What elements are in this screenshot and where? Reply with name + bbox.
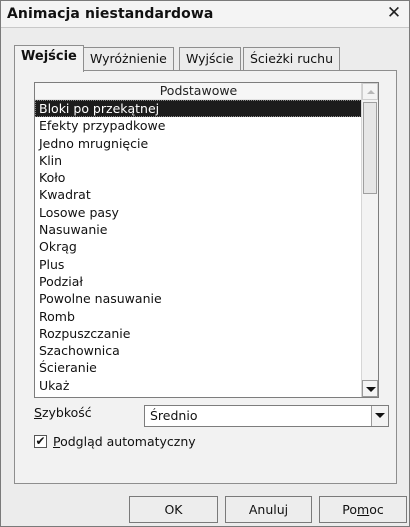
chevron-down-icon (366, 387, 376, 392)
list-item[interactable]: Podział (35, 273, 362, 290)
list-item[interactable]: Wyłanianie (35, 394, 362, 397)
speed-value: Średnio (150, 408, 198, 423)
list-item[interactable]: Plus (35, 256, 362, 273)
ok-button[interactable]: OK (129, 496, 218, 523)
tab-sciezki-ruchu[interactable]: Ścieżki ruchu (243, 47, 340, 71)
scroll-up-button[interactable] (362, 83, 378, 100)
list-item[interactable]: Powolne nasuwanie (35, 290, 362, 307)
effects-listbox[interactable]: Podstawowe Bloki po przekątnej Efekty prz… (34, 82, 379, 398)
tab-wyroznienie[interactable]: Wyróżnienie (83, 47, 174, 71)
custom-animation-dialog: Animacja niestandardowa ✕ Wejście Wyróżn… (0, 0, 410, 527)
list-item[interactable]: Rozpuszczanie (35, 325, 362, 342)
cancel-button[interactable]: Anuluj (225, 496, 312, 523)
list-item[interactable]: Jedno mrugnięcie (35, 135, 362, 152)
speed-label: Szybkość (34, 405, 92, 420)
vertical-scrollbar[interactable] (361, 83, 378, 397)
title-bar[interactable]: Animacja niestandardowa ✕ (1, 1, 409, 28)
effects-list[interactable]: Bloki po przekątnej Efekty przypadkowe Jed… (35, 100, 362, 397)
chevron-down-icon (375, 413, 385, 418)
list-item[interactable]: Efekty przypadkowe (35, 117, 362, 134)
help-button[interactable]: Pomoc (319, 496, 407, 523)
tab-panel: Podstawowe Bloki po przekątnej Efekty prz… (14, 70, 397, 484)
list-item[interactable]: Ukaż (35, 377, 362, 394)
list-item[interactable]: Kwadrat (35, 186, 362, 203)
scrollbar-thumb[interactable] (363, 102, 377, 194)
list-item[interactable]: Nasuwanie (35, 221, 362, 238)
list-item[interactable]: Okrąg (35, 238, 362, 255)
window-title: Animacja niestandardowa (7, 6, 214, 22)
list-item[interactable]: Romb (35, 308, 362, 325)
chevron-up-icon (367, 90, 375, 94)
list-item[interactable]: Koło (35, 169, 362, 186)
dropdown-button[interactable] (371, 406, 388, 426)
list-item[interactable]: Ścieranie (35, 359, 362, 376)
tab-wejscie[interactable]: Wejście (14, 45, 84, 72)
list-group-header: Podstawowe (35, 83, 362, 100)
tab-wyjscie[interactable]: Wyjście (179, 47, 241, 71)
list-item[interactable]: Bloki po przekątnej (35, 100, 362, 118)
speed-dropdown[interactable]: Średnio (144, 405, 389, 427)
list-item[interactable]: Klin (35, 152, 362, 169)
scroll-down-button[interactable] (362, 380, 378, 397)
auto-preview-label: Podgląd automatyczny (53, 434, 196, 449)
auto-preview-checkbox[interactable]: ✔ (34, 435, 47, 448)
list-item[interactable]: Szachownica (35, 342, 362, 359)
list-item[interactable]: Losowe pasy (35, 204, 362, 221)
close-icon[interactable]: ✕ (385, 4, 403, 22)
